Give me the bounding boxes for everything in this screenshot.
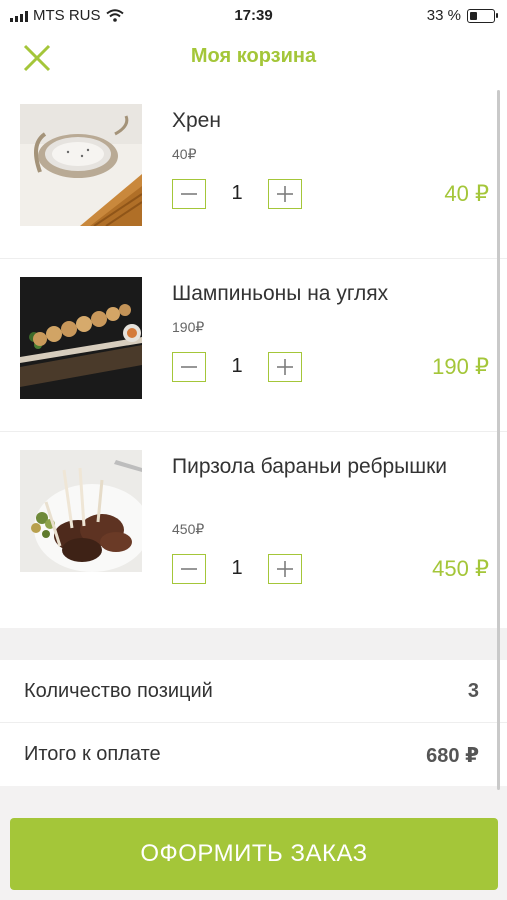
item-total-price: 450 ₽: [432, 556, 489, 581]
item-unit-price: 40₽: [172, 146, 197, 162]
item-name: Пирзола бараньи ребрышки: [172, 455, 448, 478]
item-name: Шампиньоны на углях: [172, 282, 389, 305]
checkout-button[interactable]: ОФОРМИТЬ ЗАКАЗ: [10, 818, 498, 890]
cart-item: Пирзола бараньи ребрышки 450₽ 1 450 ₽: [0, 432, 507, 630]
battery-icon: [467, 8, 498, 23]
product-photo-lamb-ribs: [20, 450, 142, 572]
cart-item: Шампиньоны на углях 190₽ 1 190 ₽: [0, 259, 507, 432]
decrease-quantity-button[interactable]: [172, 554, 206, 584]
item-unit-price: 450₽: [172, 521, 205, 537]
item-name: Хрен: [172, 109, 221, 132]
minus-icon: [181, 568, 197, 570]
item-quantity: 1: [231, 557, 243, 579]
page-title: Моя корзина: [190, 45, 317, 67]
item-total-price: 190 ₽: [432, 354, 489, 379]
item-quantity: 1: [231, 182, 243, 204]
section-divider: [0, 628, 507, 660]
positions-count-label: Количество позиций: [24, 680, 213, 702]
increase-quantity-button[interactable]: [268, 352, 302, 382]
product-photo-horseradish: [20, 104, 142, 226]
minus-icon: [181, 193, 197, 195]
decrease-quantity-button[interactable]: [172, 352, 206, 382]
order-total-value: 680 ₽: [426, 745, 479, 767]
scrollbar[interactable]: [497, 90, 500, 790]
decrease-quantity-button[interactable]: [172, 179, 206, 209]
increase-quantity-button[interactable]: [268, 179, 302, 209]
product-photo-mushrooms: [20, 277, 142, 399]
item-quantity: 1: [231, 355, 243, 377]
plus-icon: [277, 186, 293, 202]
battery-percent: 33 %: [426, 7, 461, 24]
increase-quantity-button[interactable]: [268, 554, 302, 584]
minus-icon: [181, 366, 197, 368]
status-bar: MTS RUS 17:39 33 %: [0, 0, 507, 32]
order-total-label: Итого к оплате: [24, 743, 161, 765]
positions-count-row: Количество позиций 3: [0, 660, 507, 723]
item-total-price: 40 ₽: [444, 181, 489, 206]
plus-icon: [277, 561, 293, 577]
nav-bar: Моя корзина: [0, 32, 507, 84]
order-total-row: Итого к оплате 680 ₽: [0, 723, 507, 785]
cart-items: Хрен 40₽ 1 40 ₽ Шампиньоны на углях 190₽…: [0, 86, 507, 630]
positions-count-value: 3: [467, 680, 479, 702]
status-right: 33 %: [426, 7, 498, 24]
item-unit-price: 190₽: [172, 319, 205, 335]
cart-item: Хрен 40₽ 1 40 ₽: [0, 86, 507, 259]
plus-icon: [277, 359, 293, 375]
